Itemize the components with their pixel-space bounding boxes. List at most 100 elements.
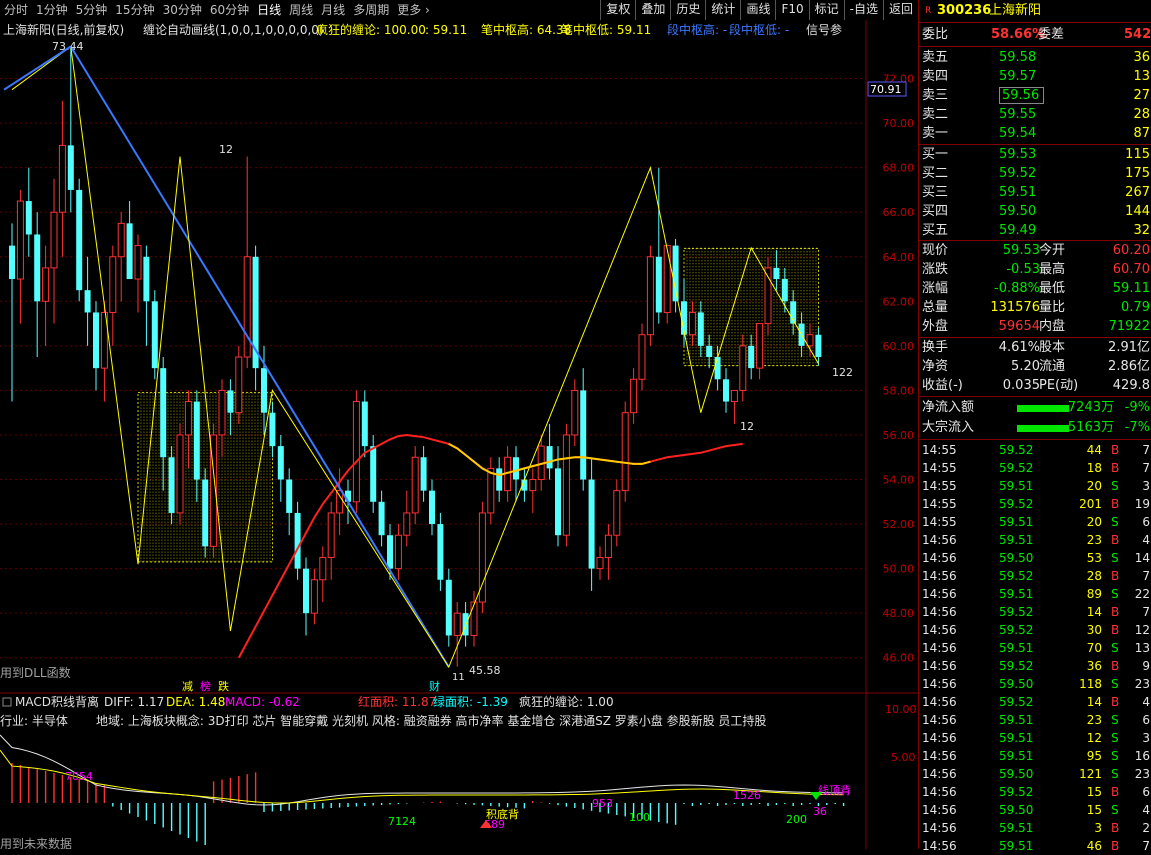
share-row[interactable]: 换手 4.61% 股本 2.91亿 [919, 339, 1151, 357]
bid-price: 59.53 [999, 147, 1037, 162]
pivot-label-122: 122 [832, 366, 853, 379]
ask-row[interactable]: 卖一 59.54 87 [919, 125, 1151, 143]
tick-row[interactable]: 14:56 59.50 53 S 14 [919, 549, 1151, 567]
stat-value-2: 0.79 [1121, 300, 1150, 315]
tick-row[interactable]: 14:56 59.51 23 S 6 [919, 711, 1151, 729]
tick-row[interactable]: 14:56 59.50 118 S 23 [919, 675, 1151, 693]
tick-row[interactable]: 14:55 59.52 18 B 7 [919, 459, 1151, 477]
cursor-price-tag: 70.91 [867, 81, 907, 97]
macd-tick-5: 5.00 [891, 751, 916, 764]
share-label-1: 收益(-) [922, 378, 963, 393]
tick-row[interactable]: 14:56 59.50 121 S 23 [919, 765, 1151, 783]
quote-panel: R 300236 上海新阳 委比 58.66% 委差 542 卖五 59.58 36… [918, 0, 1151, 853]
period-tab-1[interactable]: 1分钟 [32, 0, 72, 20]
ask-row[interactable]: 卖五 59.58 36 [919, 49, 1151, 67]
tick-row[interactable]: 14:56 59.52 28 B 7 [919, 567, 1151, 585]
tick-volume: 201 [1079, 497, 1102, 511]
bid-row[interactable]: 买五 59.49 32 [919, 222, 1151, 240]
tick-side: S [1111, 587, 1119, 601]
tick-side: S [1111, 677, 1119, 691]
toolbar-button-4[interactable]: 画线 [740, 0, 775, 20]
toolbar-button-8[interactable]: 返回 [882, 0, 918, 20]
period-tab-6[interactable]: 日线 [253, 0, 285, 20]
stat-row[interactable]: 现价 59.53 今开 60.20 [919, 242, 1151, 260]
tick-volume: 3 [1094, 821, 1102, 835]
tick-row[interactable]: 14:56 59.51 89 S 22 [919, 585, 1151, 603]
tick-side: B [1111, 785, 1120, 799]
period-tab-8[interactable]: 月线 [317, 0, 349, 20]
tick-price: 59.52 [999, 623, 1034, 637]
period-tab-7[interactable]: 周线 [285, 0, 317, 20]
tick-side: B [1111, 533, 1120, 547]
bid-row[interactable]: 买一 59.53 115 [919, 146, 1151, 164]
tick-row[interactable]: 14:56 59.51 3 B 2 [919, 819, 1151, 837]
stat-row[interactable]: 外盘 59654 内盘 71922 [919, 318, 1151, 336]
tick-row[interactable]: 14:55 59.51 20 S 3 [919, 477, 1151, 495]
stat-row[interactable]: 涨跌 -0.53 最高 60.70 [919, 261, 1151, 279]
candle [562, 423, 570, 547]
share-row[interactable]: 净资 5.20 流通 2.86亿 [919, 358, 1151, 376]
tick-time: 14:55 [922, 497, 957, 511]
bid-price: 59.49 [999, 223, 1037, 238]
future-data-note: 用到未来数据 [0, 836, 72, 849]
tick-row[interactable]: 14:56 59.52 14 B 4 [919, 693, 1151, 711]
period-tab-3[interactable]: 15分钟 [111, 0, 158, 20]
tick-row[interactable]: 14:55 59.52 44 B 7 [919, 441, 1151, 459]
tick-row[interactable]: 14:56 59.50 15 S 4 [919, 801, 1151, 819]
tick-row[interactable]: 14:56 59.51 95 S 16 [919, 747, 1151, 765]
tick-row[interactable]: 14:56 59.52 15 B 6 [919, 783, 1151, 801]
tick-row[interactable]: 14:56 59.52 36 B 9 [919, 657, 1151, 675]
toolbar-button-0[interactable]: 复权 [600, 0, 635, 20]
macd-label-200: 200 [786, 813, 807, 826]
ask-row[interactable]: 卖三 59.56 27 [919, 87, 1151, 105]
price-tick-label: 50.00 [883, 563, 915, 576]
bid-row[interactable]: 买四 59.50 144 [919, 203, 1151, 221]
toolbar-button-7[interactable]: -自选 [843, 0, 883, 20]
tick-row[interactable]: 14:56 59.51 46 B 7 [919, 837, 1151, 855]
ask-volume: 36 [1133, 50, 1150, 65]
macd-top-divergence: 线顶背 [818, 783, 851, 797]
tick-row[interactable]: 14:56 59.51 70 S 13 [919, 639, 1151, 657]
stat-value-1: -0.53 [1006, 262, 1040, 277]
tick-time: 14:55 [922, 515, 957, 529]
tick-row[interactable]: 14:55 59.52 201 B 19 [919, 495, 1151, 513]
stat-row[interactable]: 涨幅 -0.88% 最低 59.11 [919, 280, 1151, 298]
period-tab-2[interactable]: 5分钟 [72, 0, 112, 20]
bid-row[interactable]: 买三 59.51 267 [919, 184, 1151, 202]
flow-row: 大宗流入 -5163万 -7% [919, 419, 1151, 437]
period-tab-4[interactable]: 30分钟 [159, 0, 206, 20]
tick-row[interactable]: 14:56 59.52 30 B 12 [919, 621, 1151, 639]
tick-row[interactable]: 14:56 59.51 23 B 4 [919, 531, 1151, 549]
kline-chart[interactable]: 72.0070.0068.0066.0064.0062.0060.0058.00… [0, 20, 918, 849]
toolbar-button-2[interactable]: 历史 [670, 0, 705, 20]
macd-name: MACD积线背离 [15, 694, 99, 709]
period-tab-5[interactable]: 60分钟 [206, 0, 253, 20]
tick-price: 59.51 [999, 641, 1034, 655]
tick-price: 59.52 [999, 461, 1034, 475]
tick-row[interactable]: 14:56 59.51 12 S 3 [919, 729, 1151, 747]
period-tab-10[interactable]: 更多 › [393, 0, 434, 20]
toolbar-button-6[interactable]: 标记 [808, 0, 844, 20]
weibi-row: 委比 58.66% 委差 542 [919, 26, 1151, 44]
tick-count: 6 [1142, 713, 1150, 727]
price-tick-label: 66.00 [883, 206, 915, 219]
r-mark: R [925, 6, 932, 16]
share-row[interactable]: 收益(-) 0.035 PE(动) 429.8 [919, 377, 1151, 395]
period-tab-0[interactable]: 分时 [0, 0, 32, 20]
ask-row[interactable]: 卖四 59.57 13 [919, 68, 1151, 86]
tick-row[interactable]: 14:56 59.52 14 B 7 [919, 603, 1151, 621]
cursor-price-value: 70.91 [870, 83, 902, 96]
period-tabs: 分时 1分钟 5分钟 15分钟 30分钟 60分钟 日线 周线 月线 多周期 更多 › [0, 0, 434, 20]
toolbar-button-1[interactable]: 叠加 [635, 0, 670, 20]
bid-volume: 115 [1125, 147, 1150, 162]
ask-label: 卖一 [922, 126, 949, 141]
toolbar-button-3[interactable]: 统计 [705, 0, 740, 20]
toolbar-button-5[interactable]: F10 [775, 0, 808, 20]
tick-price: 59.51 [999, 587, 1034, 601]
tick-volume: 30 [1086, 623, 1102, 637]
bid-row[interactable]: 买二 59.52 175 [919, 165, 1151, 183]
period-tab-9[interactable]: 多周期 [349, 0, 393, 20]
stat-row[interactable]: 总量 131576 量比 0.79 [919, 299, 1151, 317]
ask-row[interactable]: 卖二 59.55 28 [919, 106, 1151, 124]
tick-row[interactable]: 14:55 59.51 20 S 6 [919, 513, 1151, 531]
